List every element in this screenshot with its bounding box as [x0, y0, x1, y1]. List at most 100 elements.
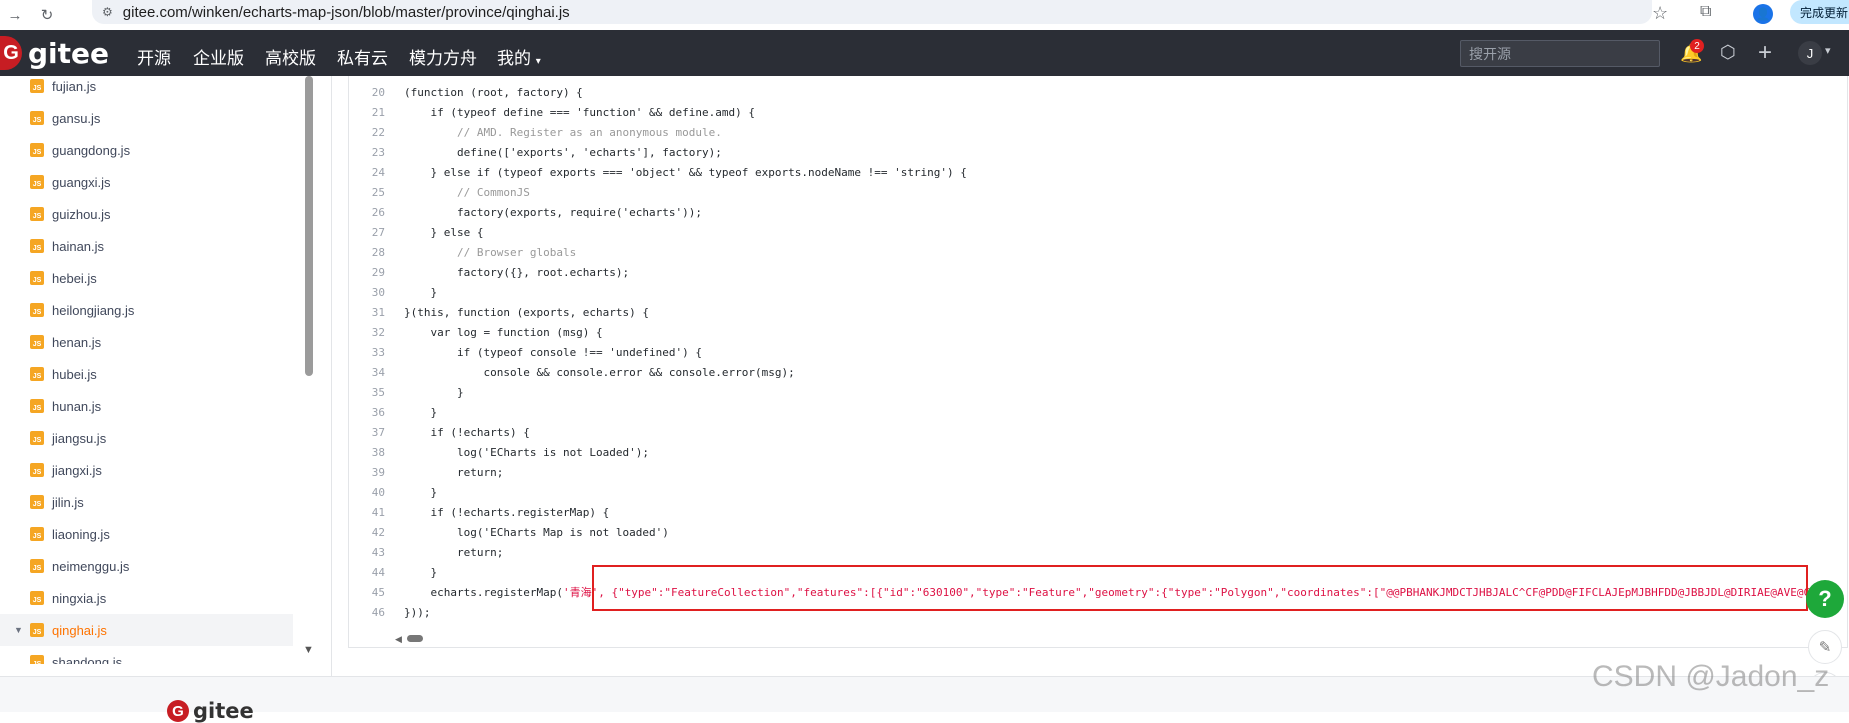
file-tree-item[interactable]: JS fujian.js [0, 76, 293, 102]
gitee-logo[interactable]: G gitee [0, 36, 109, 70]
site-info-icon[interactable]: ⚙ [102, 5, 113, 19]
file-name: heilongjiang.js [52, 302, 135, 318]
reload-icon[interactable]: ↻ [32, 0, 62, 30]
line-number[interactable]: 33 [349, 346, 385, 359]
js-file-icon: JS [30, 623, 44, 637]
file-tree-item[interactable]: JS jiangsu.js [0, 422, 293, 454]
line-number[interactable]: 26 [349, 206, 385, 219]
line-number[interactable]: 36 [349, 406, 385, 419]
line-number[interactable]: 35 [349, 386, 385, 399]
line-number[interactable]: 24 [349, 166, 385, 179]
code-text: if (typeof console !== 'undefined') { [404, 345, 703, 359]
line-number[interactable]: 32 [349, 326, 385, 339]
line-number[interactable]: 34 [349, 366, 385, 379]
file-tree-item[interactable]: JS liaoning.js [0, 518, 293, 550]
line-number[interactable]: 20 [349, 86, 385, 99]
site-navbar: G gitee 开源 企业版 高校版 私有云 模力方舟 我的 ▾ 搜开源 🔔 2… [0, 30, 1849, 76]
file-name: jilin.js [52, 494, 84, 510]
search-input[interactable]: 搜开源 [1460, 40, 1660, 67]
expand-caret-icon[interactable]: ▼ [14, 625, 23, 635]
code-text: factory(exports, require('echarts')); [404, 205, 703, 219]
file-tree-item[interactable]: JS henan.js [0, 326, 293, 358]
file-name: shandong.js [52, 654, 123, 665]
code-text: // CommonJS [404, 185, 530, 199]
line-number[interactable]: 25 [349, 186, 385, 199]
code-text: if (!echarts) { [404, 425, 530, 439]
file-name: guizhou.js [52, 206, 111, 222]
js-file-icon: JS [30, 527, 44, 541]
footer-logo[interactable]: G gitee [167, 699, 254, 723]
help-icon[interactable]: ? [1806, 580, 1844, 618]
location-pin-icon[interactable]: ⬡ [1720, 42, 1736, 63]
scroll-left-icon[interactable]: ◀ [395, 634, 402, 645]
file-tree-item[interactable]: JS hainan.js [0, 230, 293, 262]
line-number[interactable]: 37 [349, 426, 385, 439]
file-tree-item[interactable]: JS heilongjiang.js [0, 294, 293, 326]
file-name: liaoning.js [52, 526, 110, 542]
file-tree-item[interactable]: JS gansu.js [0, 102, 293, 134]
nav-item-mine[interactable]: 我的 ▾ [497, 44, 541, 69]
file-name: hunan.js [52, 398, 102, 414]
file-tree-item[interactable]: ▼ JS qinghai.js [0, 614, 293, 646]
line-number[interactable]: 42 [349, 526, 385, 539]
file-name: jiangxi.js [52, 462, 102, 478]
js-file-icon: JS [30, 367, 44, 381]
code-text: (function (root, factory) { [404, 85, 583, 99]
line-number[interactable]: 43 [349, 546, 385, 559]
code-line: 27 } else { [349, 222, 1847, 242]
profile-icon[interactable]: 👤 [1753, 4, 1773, 24]
line-number[interactable]: 21 [349, 106, 385, 119]
file-tree-item[interactable]: JS jilin.js [0, 486, 293, 518]
line-number[interactable]: 45 [349, 586, 385, 599]
plus-icon[interactable]: + [1758, 39, 1772, 67]
line-number[interactable]: 30 [349, 286, 385, 299]
code-line: 40 } [349, 482, 1847, 502]
line-number[interactable]: 46 [349, 606, 385, 619]
nav-item-enterprise[interactable]: 企业版 [193, 44, 244, 69]
line-number[interactable]: 22 [349, 126, 385, 139]
footer-logo-text: gitee [193, 699, 254, 723]
avatar[interactable]: J [1798, 41, 1822, 65]
line-number[interactable]: 28 [349, 246, 385, 259]
line-number[interactable]: 27 [349, 226, 385, 239]
forward-icon[interactable]: → [0, 0, 30, 30]
file-list: JS fujian.js JS gansu.js JS guangdong.js JS gua… [0, 76, 293, 664]
file-tree-item[interactable]: JS hubei.js [0, 358, 293, 390]
horizontal-scroll-thumb[interactable] [407, 635, 423, 642]
extensions-icon[interactable]: ⧉ [1700, 3, 1711, 21]
horizontal-scrollbar[interactable]: ◀ [395, 634, 435, 645]
scroll-down-icon[interactable]: ▼ [303, 644, 314, 656]
bookmark-star-icon[interactable]: ☆ [1652, 3, 1668, 24]
edit-icon[interactable]: ✎ [1808, 630, 1842, 664]
nav-item-education[interactable]: 高校版 [265, 44, 316, 69]
file-tree-item[interactable]: JS guizhou.js [0, 198, 293, 230]
file-tree-item[interactable]: JS jiangxi.js [0, 454, 293, 486]
file-tree-item[interactable]: JS hebei.js [0, 262, 293, 294]
nav-item-opensource[interactable]: 开源 [137, 44, 171, 69]
file-tree-item[interactable]: JS neimenggu.js [0, 550, 293, 582]
file-tree-item[interactable]: JS shandong.js [0, 646, 293, 664]
file-name: ningxia.js [52, 590, 107, 606]
line-number[interactable]: 38 [349, 446, 385, 459]
nav-item-moli[interactable]: 模力方舟 [409, 44, 477, 69]
sidebar-scrollbar[interactable] [305, 76, 313, 376]
line-number[interactable]: 31 [349, 306, 385, 319]
nav-item-private-cloud[interactable]: 私有云 [337, 44, 388, 69]
file-tree-item[interactable]: JS guangdong.js [0, 134, 293, 166]
file-tree-item[interactable]: JS ningxia.js [0, 582, 293, 614]
address-bar[interactable]: ⚙ gitee.com/winken/echarts-map-json/blob… [92, 0, 1652, 24]
file-tree-item[interactable]: JS hunan.js [0, 390, 293, 422]
js-file-icon: JS [30, 399, 44, 413]
line-number[interactable]: 23 [349, 146, 385, 159]
update-button[interactable]: 完成更新 [1790, 0, 1849, 24]
line-number[interactable]: 41 [349, 506, 385, 519]
line-number[interactable]: 39 [349, 466, 385, 479]
line-number[interactable]: 40 [349, 486, 385, 499]
code-line: 28 // Browser globals [349, 242, 1847, 262]
line-number[interactable]: 44 [349, 566, 385, 579]
line-number[interactable]: 29 [349, 266, 385, 279]
file-name: hainan.js [52, 238, 105, 254]
chevron-down-icon[interactable]: ▾ [1825, 44, 1831, 57]
file-tree-item[interactable]: JS guangxi.js [0, 166, 293, 198]
js-file-icon: JS [30, 79, 44, 93]
